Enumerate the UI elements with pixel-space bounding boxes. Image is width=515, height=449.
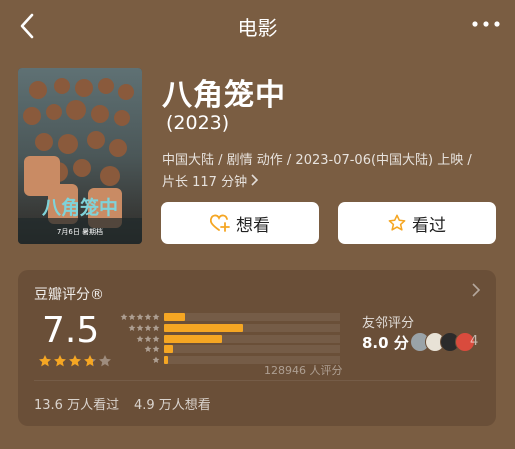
star-icon xyxy=(144,335,152,342)
meta-line-2: 片长 117 分钟 xyxy=(162,175,248,190)
want-to-watch-button[interactable]: 想看 xyxy=(161,202,319,244)
more-icon[interactable] xyxy=(471,14,501,34)
star-icon xyxy=(152,313,160,321)
star-icon xyxy=(84,355,96,367)
rating-bar-row xyxy=(114,323,344,333)
poster-title-text: 八角笼中 xyxy=(42,196,118,219)
star-icon xyxy=(120,313,128,321)
movie-meta[interactable]: 中国大陆 / 剧情 动作 / 2023-07-06(中国大陆) 上映 / 片长 … xyxy=(162,150,502,194)
star-outline-icon xyxy=(388,214,406,231)
star-icon xyxy=(136,324,144,331)
movie-title: 八角笼中 xyxy=(162,78,286,113)
nav-bar: 电影 xyxy=(0,0,515,52)
mini-stars xyxy=(114,335,160,343)
bar-track xyxy=(164,323,340,332)
meta-line-1: 中国大陆 / 剧情 动作 / 2023-07-06(中国大陆) 上映 / xyxy=(162,153,472,168)
heart-plus-icon xyxy=(210,214,230,232)
poster-image: 八角笼中 7月6日 暑期档 xyxy=(18,68,142,244)
friend-count: 4 xyxy=(470,334,479,349)
meta-line-2-wrap: 片长 117 分钟 xyxy=(162,172,502,194)
mini-stars xyxy=(114,313,160,321)
rating-bar-row xyxy=(114,312,344,322)
star-icon xyxy=(152,356,160,364)
star-icon xyxy=(136,335,144,342)
star-icon xyxy=(152,324,160,331)
chevron-right-icon[interactable] xyxy=(470,282,482,298)
star-icon xyxy=(69,355,81,367)
star-icon xyxy=(128,313,136,321)
star-icon xyxy=(152,345,160,353)
rating-card[interactable]: 豆瓣评分® 7.5 128946 人评分 友邻评分 8.0 分 4 13.6 万… xyxy=(18,270,496,426)
wishing-count[interactable]: 4.9 万人想看 xyxy=(134,394,211,413)
friend-rating-score: 8.0 分 xyxy=(362,334,409,352)
bar-fill xyxy=(164,323,244,332)
star-icon xyxy=(54,355,66,367)
rating-title: 豆瓣评分® xyxy=(34,287,104,303)
friend-rating-label: 友邻评分 xyxy=(362,316,415,331)
watched-count[interactable]: 13.6 万人看过 xyxy=(34,394,119,413)
want-label: 想看 xyxy=(236,215,270,236)
rating-score: 7.5 xyxy=(42,310,100,351)
star-icon xyxy=(128,324,136,331)
star-icon xyxy=(136,313,144,321)
rating-stars xyxy=(38,354,112,368)
bar-track xyxy=(164,345,340,354)
divider xyxy=(34,380,480,381)
movie-poster[interactable]: 八角笼中 7月6日 暑期档 xyxy=(18,68,142,244)
page-title: 电影 xyxy=(237,16,278,40)
star-icon xyxy=(144,345,152,353)
bar-track xyxy=(164,313,340,321)
seen-button[interactable]: 看过 xyxy=(338,202,496,244)
bar-fill xyxy=(164,313,186,321)
rating-bar-row xyxy=(114,344,344,354)
star-icon xyxy=(144,313,152,321)
mini-stars xyxy=(114,324,160,332)
rating-distribution xyxy=(114,312,344,366)
bar-track xyxy=(164,334,340,343)
seen-label: 看过 xyxy=(412,215,446,236)
mini-stars xyxy=(114,345,160,353)
bar-fill xyxy=(164,334,223,343)
bar-fill xyxy=(164,345,173,354)
mini-stars xyxy=(114,356,160,364)
star-icon xyxy=(144,324,152,331)
bar-fill xyxy=(164,356,168,365)
rating-bar-row xyxy=(114,334,344,344)
star-icon xyxy=(99,355,111,367)
friend-avatars[interactable] xyxy=(410,332,475,352)
rating-count: 128946 人评分 xyxy=(264,364,343,377)
star-icon xyxy=(152,335,160,342)
star-icon xyxy=(39,355,51,367)
poster-date-text: 7月6日 暑期档 xyxy=(57,227,103,236)
movie-year: (2023) xyxy=(166,112,230,134)
chevron-right-icon xyxy=(251,174,259,186)
